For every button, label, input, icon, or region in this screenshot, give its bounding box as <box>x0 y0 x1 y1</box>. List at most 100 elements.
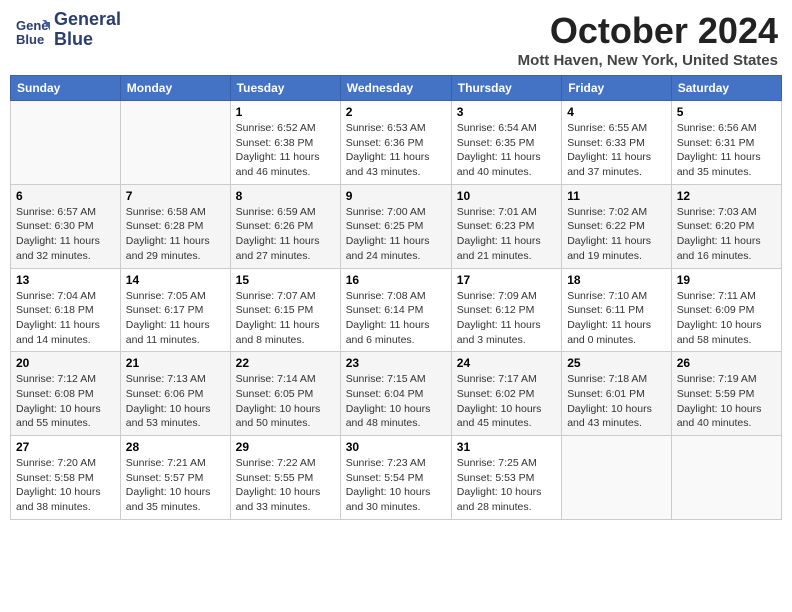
calendar-cell: 4Sunrise: 6:55 AMSunset: 6:33 PMDaylight… <box>562 101 672 185</box>
cell-info: Sunrise: 6:57 AMSunset: 6:30 PMDaylight:… <box>16 205 115 264</box>
cell-info: Sunrise: 7:02 AMSunset: 6:22 PMDaylight:… <box>567 205 666 264</box>
cell-info: Sunrise: 7:08 AMSunset: 6:14 PMDaylight:… <box>346 289 446 348</box>
calendar-cell: 26Sunrise: 7:19 AMSunset: 5:59 PMDayligh… <box>671 352 781 436</box>
day-number: 8 <box>236 189 335 203</box>
day-number: 9 <box>346 189 446 203</box>
cell-info: Sunrise: 7:17 AMSunset: 6:02 PMDaylight:… <box>457 372 556 431</box>
cell-info: Sunrise: 6:53 AMSunset: 6:36 PMDaylight:… <box>346 121 446 180</box>
cell-info: Sunrise: 7:04 AMSunset: 6:18 PMDaylight:… <box>16 289 115 348</box>
cell-info: Sunrise: 6:54 AMSunset: 6:35 PMDaylight:… <box>457 121 556 180</box>
calendar-cell: 22Sunrise: 7:14 AMSunset: 6:05 PMDayligh… <box>230 352 340 436</box>
day-number: 12 <box>677 189 776 203</box>
header-day-monday: Monday <box>120 76 230 101</box>
day-number: 21 <box>126 356 225 370</box>
calendar-cell: 14 Sunrise: 7:05 AMSunset: 6:17 PMDayligh… <box>120 268 230 352</box>
calendar-week-3: 13 Sunrise: 7:04 AMSunset: 6:18 PMDayligh… <box>11 268 782 352</box>
day-number: 25 <box>567 356 666 370</box>
cell-info: Sunrise: 7:01 AMSunset: 6:23 PMDaylight:… <box>457 205 556 264</box>
cell-info: Sunrise: 7:11 AMSunset: 6:09 PMDaylight:… <box>677 289 776 348</box>
day-number: 11 <box>567 189 666 203</box>
calendar-cell <box>11 101 121 185</box>
cell-info: Sunrise: 7:09 AMSunset: 6:12 PMDaylight:… <box>457 289 556 348</box>
day-number: 27 <box>16 440 115 454</box>
cell-info: Sunrise: 6:59 AMSunset: 6:26 PMDaylight:… <box>236 205 335 264</box>
calendar-cell: 30Sunrise: 7:23 AMSunset: 5:54 PMDayligh… <box>340 436 451 520</box>
calendar-cell: 19 Sunrise: 7:11 AMSunset: 6:09 PMDayligh… <box>671 268 781 352</box>
cell-info: Sunrise: 6:55 AMSunset: 6:33 PMDaylight:… <box>567 121 666 180</box>
calendar-cell: 2 Sunrise: 6:53 AMSunset: 6:36 PMDaylight… <box>340 101 451 185</box>
day-number: 23 <box>346 356 446 370</box>
calendar-cell: 13 Sunrise: 7:04 AMSunset: 6:18 PMDayligh… <box>11 268 121 352</box>
cell-info: Sunrise: 7:22 AMSunset: 5:55 PMDaylight:… <box>236 456 335 515</box>
header-day-wednesday: Wednesday <box>340 76 451 101</box>
calendar-cell: 25Sunrise: 7:18 AMSunset: 6:01 PMDayligh… <box>562 352 672 436</box>
cell-info: Sunrise: 7:12 AMSunset: 6:08 PMDaylight:… <box>16 372 115 431</box>
month-title: October 2024 <box>518 10 778 52</box>
day-number: 15 <box>236 273 335 287</box>
calendar-cell <box>562 436 672 520</box>
header-day-saturday: Saturday <box>671 76 781 101</box>
day-number: 1 <box>236 105 335 119</box>
cell-info: Sunrise: 7:20 AMSunset: 5:58 PMDaylight:… <box>16 456 115 515</box>
calendar-cell: 12 Sunrise: 7:03 AMSunset: 6:20 PMDayligh… <box>671 184 781 268</box>
logo-line1: General <box>54 10 121 30</box>
cell-info: Sunrise: 7:15 AMSunset: 6:04 PMDaylight:… <box>346 372 446 431</box>
calendar-cell: 17 Sunrise: 7:09 AMSunset: 6:12 PMDayligh… <box>451 268 561 352</box>
title-section: October 2024 Mott Haven, New York, Unite… <box>518 10 778 69</box>
calendar-header-row: SundayMondayTuesdayWednesdayThursdayFrid… <box>11 76 782 101</box>
calendar-cell: 11 Sunrise: 7:02 AMSunset: 6:22 PMDayligh… <box>562 184 672 268</box>
calendar-cell <box>120 101 230 185</box>
day-number: 29 <box>236 440 335 454</box>
calendar-cell <box>671 436 781 520</box>
calendar-cell: 15 Sunrise: 7:07 AMSunset: 6:15 PMDayligh… <box>230 268 340 352</box>
cell-info: Sunrise: 6:58 AMSunset: 6:28 PMDaylight:… <box>126 205 225 264</box>
calendar-cell: 21 Sunrise: 7:13 AMSunset: 6:06 PMDayligh… <box>120 352 230 436</box>
day-number: 28 <box>126 440 225 454</box>
calendar-cell: 9Sunrise: 7:00 AMSunset: 6:25 PMDaylight… <box>340 184 451 268</box>
cell-info: Sunrise: 7:14 AMSunset: 6:05 PMDaylight:… <box>236 372 335 431</box>
calendar-cell: 23 Sunrise: 7:15 AMSunset: 6:04 PMDayligh… <box>340 352 451 436</box>
calendar-cell: 20 Sunrise: 7:12 AMSunset: 6:08 PMDayligh… <box>11 352 121 436</box>
calendar-week-2: 6 Sunrise: 6:57 AMSunset: 6:30 PMDaylight… <box>11 184 782 268</box>
header-day-friday: Friday <box>562 76 672 101</box>
day-number: 5 <box>677 105 776 119</box>
calendar-table: SundayMondayTuesdayWednesdayThursdayFrid… <box>10 75 782 520</box>
logo-line2: Blue <box>54 30 121 50</box>
calendar-week-1: 1Sunrise: 6:52 AMSunset: 6:38 PMDaylight… <box>11 101 782 185</box>
day-number: 31 <box>457 440 556 454</box>
calendar-cell: 29 Sunrise: 7:22 AMSunset: 5:55 PMDayligh… <box>230 436 340 520</box>
calendar-cell: 7Sunrise: 6:58 AMSunset: 6:28 PMDaylight… <box>120 184 230 268</box>
calendar-cell: 16 Sunrise: 7:08 AMSunset: 6:14 PMDayligh… <box>340 268 451 352</box>
calendar-week-4: 20 Sunrise: 7:12 AMSunset: 6:08 PMDayligh… <box>11 352 782 436</box>
day-number: 10 <box>457 189 556 203</box>
day-number: 13 <box>16 273 115 287</box>
day-number: 18 <box>567 273 666 287</box>
cell-info: Sunrise: 7:13 AMSunset: 6:06 PMDaylight:… <box>126 372 225 431</box>
cell-info: Sunrise: 7:03 AMSunset: 6:20 PMDaylight:… <box>677 205 776 264</box>
day-number: 19 <box>677 273 776 287</box>
day-number: 26 <box>677 356 776 370</box>
calendar-cell: 1Sunrise: 6:52 AMSunset: 6:38 PMDaylight… <box>230 101 340 185</box>
header-day-thursday: Thursday <box>451 76 561 101</box>
location-title: Mott Haven, New York, United States <box>518 52 778 69</box>
day-number: 3 <box>457 105 556 119</box>
calendar-cell: 6 Sunrise: 6:57 AMSunset: 6:30 PMDaylight… <box>11 184 121 268</box>
day-number: 14 <box>126 273 225 287</box>
cell-info: Sunrise: 7:05 AMSunset: 6:17 PMDaylight:… <box>126 289 225 348</box>
header: General Blue General Blue October 2024 M… <box>10 10 782 69</box>
logo: General Blue General Blue <box>14 10 121 50</box>
day-number: 16 <box>346 273 446 287</box>
cell-info: Sunrise: 7:07 AMSunset: 6:15 PMDaylight:… <box>236 289 335 348</box>
calendar-cell: 31Sunrise: 7:25 AMSunset: 5:53 PMDayligh… <box>451 436 561 520</box>
day-number: 24 <box>457 356 556 370</box>
day-number: 20 <box>16 356 115 370</box>
calendar-cell: 10 Sunrise: 7:01 AMSunset: 6:23 PMDayligh… <box>451 184 561 268</box>
calendar-cell: 5Sunrise: 6:56 AMSunset: 6:31 PMDaylight… <box>671 101 781 185</box>
cell-info: Sunrise: 7:23 AMSunset: 5:54 PMDaylight:… <box>346 456 446 515</box>
day-number: 2 <box>346 105 446 119</box>
calendar-cell: 27 Sunrise: 7:20 AMSunset: 5:58 PMDayligh… <box>11 436 121 520</box>
calendar-cell: 8 Sunrise: 6:59 AMSunset: 6:26 PMDaylight… <box>230 184 340 268</box>
header-day-tuesday: Tuesday <box>230 76 340 101</box>
day-number: 17 <box>457 273 556 287</box>
day-number: 6 <box>16 189 115 203</box>
